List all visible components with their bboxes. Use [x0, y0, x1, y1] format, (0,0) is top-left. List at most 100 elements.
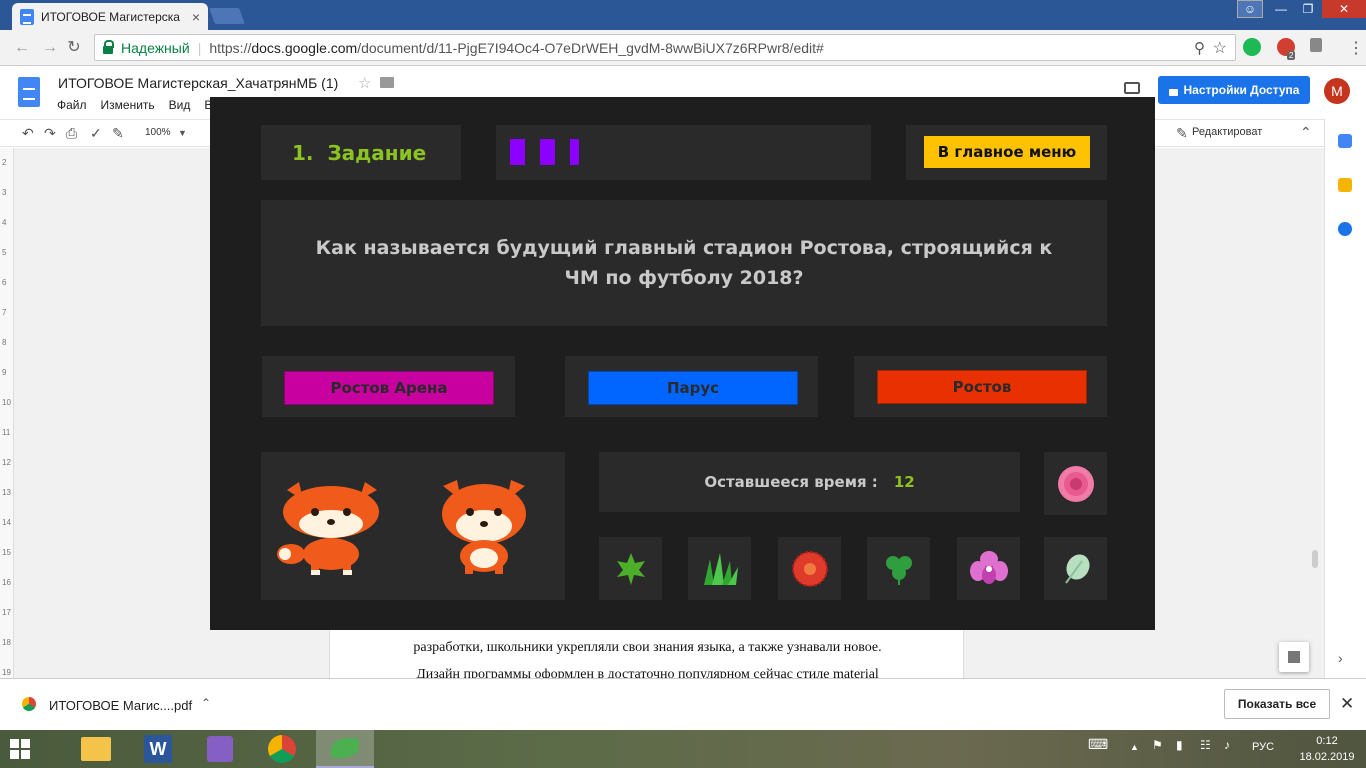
menu-view[interactable]: Вид: [169, 98, 191, 112]
redo-icon[interactable]: ↷: [44, 125, 56, 142]
share-label: Настройки Доступа: [1183, 83, 1300, 97]
clock-time: 0:12: [1316, 735, 1338, 747]
fox-icon: [277, 482, 379, 575]
clock-date: 18.02.2019: [1299, 751, 1355, 763]
extension-badge: 2: [1287, 51, 1296, 60]
taskbar-quiz-app[interactable]: [316, 730, 374, 768]
back-icon[interactable]: ←: [12, 38, 32, 58]
folder-icon: [81, 737, 111, 761]
document-text-line: разработки, школьники укрепляли свои зна…: [413, 640, 882, 655]
zoom-icon[interactable]: ⚲: [1194, 39, 1205, 57]
maximize-button[interactable]: ❐: [1296, 0, 1320, 18]
tray-expand-icon[interactable]: ▲: [1130, 742, 1139, 752]
ruler-mark: 15: [2, 548, 11, 557]
collapse-toolbar-icon[interactable]: ⌃: [1300, 124, 1312, 141]
download-bar: ИТОГОВОЕ Магис....pdf ⌃ Показать все ✕: [0, 678, 1366, 730]
folder-icon[interactable]: [380, 77, 394, 88]
rose-tile: [1044, 452, 1107, 515]
clover-icon: [885, 555, 912, 585]
progress-panel: [496, 125, 871, 180]
zoom-select[interactable]: 100%: [145, 127, 171, 138]
menu-edit[interactable]: Изменить: [101, 98, 155, 112]
scrollbar[interactable]: [1312, 550, 1318, 568]
share-button[interactable]: Настройки Доступа: [1158, 76, 1310, 104]
avatar[interactable]: М: [1324, 78, 1350, 104]
close-icon[interactable]: ✕: [1340, 694, 1354, 714]
calendar-icon[interactable]: [1338, 134, 1352, 148]
show-all-button[interactable]: Показать все: [1224, 689, 1330, 719]
zoom-dropdown-icon[interactable]: ▼: [178, 128, 187, 138]
expand-panel-icon[interactable]: ›: [1338, 650, 1343, 666]
keep-icon[interactable]: [1338, 178, 1352, 192]
taskbar-visual-studio[interactable]: [191, 730, 249, 768]
undo-icon[interactable]: ↶: [22, 125, 34, 142]
star-icon[interactable]: ☆: [358, 74, 371, 92]
ruler-mark: 6: [2, 278, 7, 287]
paint-format-icon[interactable]: ✎: [112, 125, 124, 142]
edit-mode-select[interactable]: Редактироват: [1192, 126, 1262, 138]
docs-favicon-icon: [20, 8, 34, 25]
timer-label: Оставшееся время :: [704, 473, 878, 491]
comments-icon[interactable]: [1124, 82, 1140, 94]
windows-start-icon[interactable]: [10, 739, 30, 759]
quiz-window: 1. Задание В главное меню Как называется…: [210, 97, 1155, 630]
spellcheck-icon[interactable]: ✓: [90, 125, 102, 142]
tasks-icon[interactable]: [1338, 222, 1352, 236]
browser-tab[interactable]: ИТОГОВОЕ Магистерска ×: [12, 3, 208, 30]
new-tab-button[interactable]: [209, 8, 245, 24]
mascot-panel: [261, 452, 565, 600]
taskbar-chrome[interactable]: [253, 730, 311, 768]
profile-icon[interactable]: ☺: [1237, 0, 1263, 18]
reload-icon[interactable]: ↻: [64, 38, 84, 58]
tab-close-icon[interactable]: ×: [192, 9, 200, 25]
volume-icon[interactable]: ♪: [1224, 738, 1230, 752]
taskbar-explorer[interactable]: [67, 730, 125, 768]
download-file-name[interactable]: ИТОГОВОЕ Магис....pdf: [49, 698, 192, 713]
fox-icon: [442, 480, 526, 574]
minimize-button[interactable]: —: [1268, 0, 1294, 18]
flag-icon[interactable]: ⚑: [1152, 738, 1163, 752]
extension-check-icon[interactable]: [1243, 38, 1261, 56]
extension-puzzle-icon[interactable]: [1310, 38, 1322, 52]
browser-tab-strip: ИТОГОВОЕ Магистерска × ☺ — ❐ ✕: [0, 0, 1366, 30]
lock-icon: [103, 39, 114, 54]
ruler-mark: 12: [2, 458, 11, 467]
fox-mascots-icon: [277, 480, 526, 575]
chevron-up-icon[interactable]: ⌃: [201, 696, 211, 710]
chrome-menu-icon[interactable]: ⋮: [1348, 38, 1364, 58]
address-bar[interactable]: Надежный | https://docs.google.com/docum…: [94, 34, 1236, 61]
document-title[interactable]: ИТОГОВОЕ Магистерская_ХачатрянМБ (1): [58, 75, 338, 91]
side-panel: [1324, 119, 1366, 678]
menu-file[interactable]: Файл: [57, 98, 87, 112]
orchid-icon: [969, 550, 1008, 584]
network-icon[interactable]: ☷: [1200, 738, 1211, 752]
language-indicator[interactable]: РУС: [1252, 741, 1274, 753]
ruler-mark: 4: [2, 218, 7, 227]
chrome-icon: [268, 735, 296, 763]
ruler-mark: 18: [2, 638, 11, 647]
print-icon[interactable]: ⎙: [66, 125, 77, 142]
keyboard-icon[interactable]: ⌨: [1088, 736, 1108, 753]
word-icon: W: [144, 735, 172, 763]
tab-title: ИТОГОВОЕ Магистерска: [41, 9, 180, 24]
battery-icon[interactable]: ▮: [1176, 738, 1183, 752]
docs-logo-icon[interactable]: [18, 77, 40, 107]
progress-segment: [570, 139, 579, 165]
clock[interactable]: 0:12 18.02.2019: [1296, 733, 1358, 765]
ruler-mark: 3: [2, 188, 7, 197]
forward-icon[interactable]: →: [40, 38, 60, 58]
main-menu-button[interactable]: В главное меню: [924, 136, 1090, 168]
ruler-mark: 5: [2, 248, 7, 257]
answer-button-2[interactable]: Парус: [588, 371, 798, 405]
question-text: Как называется будущий главный стадион Р…: [315, 237, 1053, 289]
answer-button-1[interactable]: Ростов Арена: [284, 371, 494, 405]
bookmark-star-icon[interactable]: ☆: [1213, 38, 1227, 58]
timer-value: 12: [893, 473, 915, 491]
answer-button-3[interactable]: Ростов: [877, 370, 1087, 404]
close-window-button[interactable]: ✕: [1322, 0, 1366, 18]
taskbar-word[interactable]: W: [129, 730, 187, 768]
security-label: Надежный: [121, 39, 190, 56]
explore-button[interactable]: [1279, 642, 1309, 672]
red-flower-icon: [791, 550, 828, 587]
flower-tile: [1044, 537, 1107, 600]
